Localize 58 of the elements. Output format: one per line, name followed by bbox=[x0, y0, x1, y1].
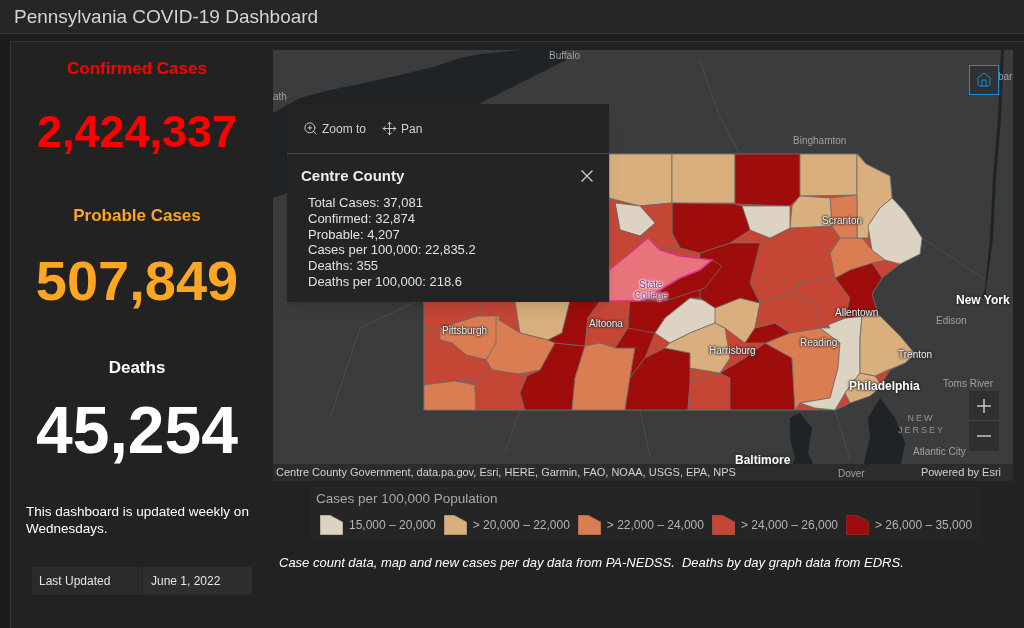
home-icon bbox=[976, 72, 992, 88]
zoom-to-button[interactable]: Zoom to bbox=[303, 119, 366, 138]
popup-detail: Confirmed: 32,874 bbox=[308, 210, 416, 227]
popup-detail: Probable: 4,207 bbox=[308, 226, 401, 243]
legend-label: 15,000 – 20,000 bbox=[349, 518, 436, 532]
selected-county-shape[interactable] bbox=[608, 237, 714, 302]
minus-icon bbox=[977, 435, 991, 437]
legend-title: Cases per 100,000 Population bbox=[316, 491, 499, 507]
plus-icon bbox=[977, 398, 991, 413]
update-note: This dashboard is updated weekly on Wednesdays. bbox=[26, 503, 250, 537]
place-label: Pittsburgh bbox=[442, 325, 488, 337]
data-source-note: Case count data, map and new cases per day data from PA-NEDSS. Deaths by day graph data from EDRS. bbox=[279, 555, 905, 571]
place-label: Binghamton bbox=[793, 135, 847, 147]
powered-by-text: Powered by Esri bbox=[920, 465, 1001, 481]
place-label: New York bbox=[956, 293, 1010, 307]
county-shape bbox=[485, 317, 556, 375]
legend-label: > 26,000 – 35,000 bbox=[875, 518, 973, 532]
legend-label: > 20,000 – 22,000 bbox=[472, 518, 570, 532]
place-label: Allentown bbox=[835, 307, 879, 319]
road-line bbox=[921, 237, 991, 284]
place-label: Dover bbox=[838, 468, 865, 480]
place-label: Reading bbox=[800, 337, 838, 349]
move-arrows-icon bbox=[382, 121, 397, 136]
place-label: Altoona bbox=[589, 318, 623, 330]
stat-label: Deaths bbox=[108, 357, 166, 379]
popup-detail: Deaths per 100,000: 218.6 bbox=[308, 274, 463, 290]
stat-value: 507,849 bbox=[35, 253, 239, 309]
stat-label: Probable Cases bbox=[73, 205, 201, 227]
road-line bbox=[834, 409, 851, 461]
place-label: Atlantic City bbox=[913, 446, 966, 458]
legend-label: > 22,000 – 24,000 bbox=[606, 518, 704, 532]
place-label: bar bbox=[998, 71, 1013, 83]
place-label: Toms River bbox=[943, 378, 993, 390]
zoom-in-icon bbox=[303, 121, 318, 136]
close-icon[interactable] bbox=[581, 170, 593, 182]
popup-detail: Deaths: 355 bbox=[308, 258, 380, 274]
popup-detail: Total Cases: 37,081 bbox=[308, 195, 424, 211]
place-label: NEW JERSEY bbox=[898, 412, 944, 436]
place-label: Baltimore bbox=[735, 453, 791, 467]
road-line bbox=[639, 409, 651, 457]
pan-button[interactable]: Pan bbox=[382, 119, 423, 138]
popup-detail: Cases per 100,000: 22,835.2 bbox=[308, 242, 476, 259]
place-label: Scranton bbox=[822, 215, 863, 227]
dashboard-title: Pennsylvania COVID-19 Dashboard bbox=[14, 7, 319, 26]
road-line bbox=[504, 409, 521, 454]
home-button[interactable] bbox=[969, 65, 999, 95]
stat-label: Confirmed Cases bbox=[67, 58, 207, 80]
last-updated-label: Last Updated bbox=[32, 567, 142, 595]
place-label: Buffalo bbox=[549, 50, 580, 62]
map-view[interactable] bbox=[273, 50, 1013, 481]
place-label: ath bbox=[273, 91, 287, 103]
last-updated-date: June 1, 2022 bbox=[143, 567, 252, 595]
popup-title: Centre County bbox=[301, 167, 405, 185]
attribution-text: Centre County Government, data.pa.gov, Esri, HERE, Garmin, FAO, NOAA, USGS, EPA, NPS bbox=[276, 465, 736, 481]
legend-label: > 24,000 – 26,000 bbox=[740, 518, 839, 532]
stat-value: 2,424,337 bbox=[36, 109, 238, 154]
stat-value: 45,254 bbox=[36, 397, 238, 463]
place-label: Edison bbox=[936, 315, 967, 327]
